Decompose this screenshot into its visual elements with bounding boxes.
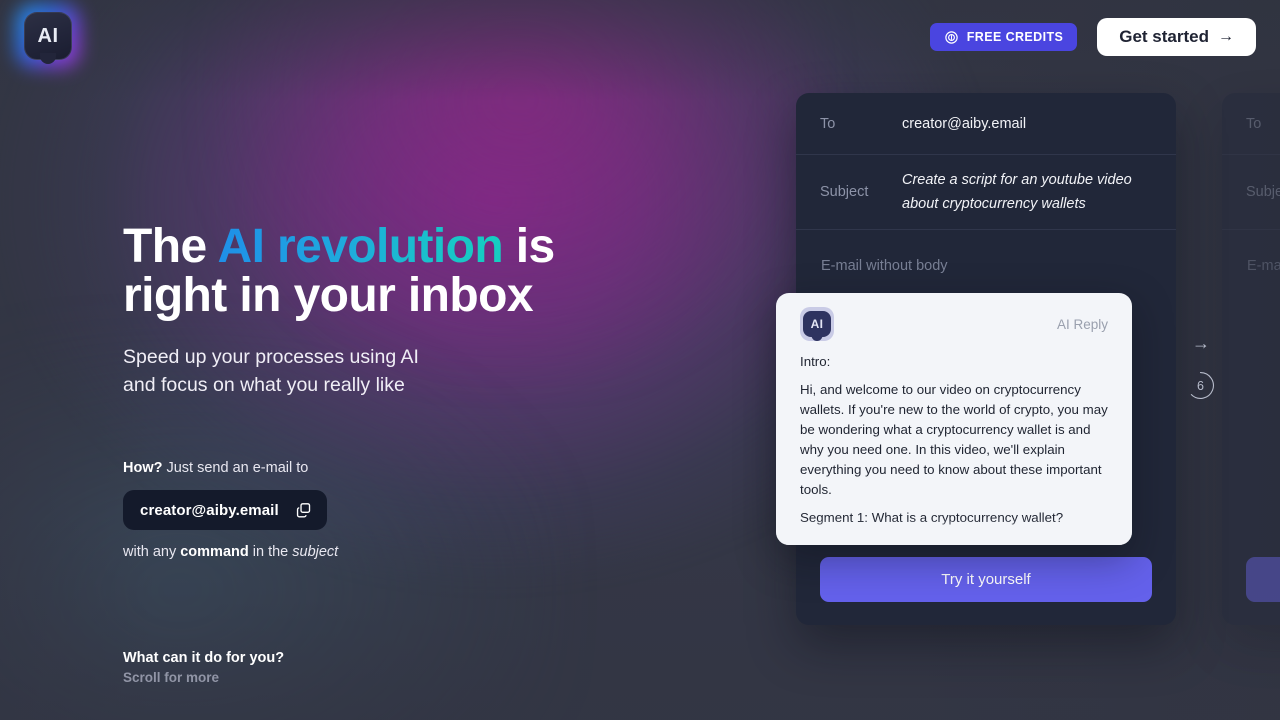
ai-avatar-label: AI <box>803 311 831 337</box>
ghost-body-row: E-mail without body <box>1222 230 1280 302</box>
email-body-placeholder: E-mail without body <box>821 258 948 274</box>
ghost-try-button[interactable] <box>1246 557 1280 602</box>
logo-tile: AI <box>24 12 72 60</box>
hero-subtitle-line-1: Speed up your processes using AI <box>123 346 419 368</box>
email-card-next-preview[interactable]: To Subject E-mail without body <box>1222 93 1280 625</box>
copy-icon[interactable] <box>295 501 312 519</box>
ai-reply-tag: AI Reply <box>1056 316 1108 332</box>
headline-line-2: right in your inbox <box>123 269 534 322</box>
howto-instruction-rest: Just send an e-mail to <box>162 460 309 476</box>
ai-reply-paragraph: Intro: <box>800 354 831 369</box>
email-to-value: creator@aiby.email <box>902 115 1027 132</box>
ghost-subject-row: Subject <box>1222 155 1280 230</box>
header-actions: FREE CREDITS Get started → <box>929 18 1256 56</box>
site-header: AI FREE CREDITS Get started → <box>0 0 1280 72</box>
email-subject-row[interactable]: Subject Create a script for an youtube v… <box>796 155 1176 230</box>
howto-subject-word: subject <box>292 544 339 560</box>
hero-subtitle-line-2: and focus on what you really like <box>123 374 405 396</box>
headline-accent: AI revolution <box>217 220 504 273</box>
ghost-to-label: To <box>1246 115 1262 132</box>
ghost-to-row: To <box>1222 93 1280 155</box>
scroll-hint[interactable]: What can it do for you? Scroll for more <box>123 650 284 685</box>
email-subject-value: Create a script for an youtube video abo… <box>902 172 1132 212</box>
scroll-hint-title: What can it do for you? <box>123 650 285 666</box>
hero-subtitle: Speed up your processes using AI and foc… <box>123 343 663 399</box>
headline-part-2: is <box>503 220 555 273</box>
ghost-subject-label: Subject <box>1246 184 1280 200</box>
howto-instruction: How? Just send an e-mail to <box>123 459 338 478</box>
howto-subject-note: with any command in the subject <box>123 543 338 562</box>
free-credits-badge[interactable]: FREE CREDITS <box>929 23 1078 51</box>
howto-section: How? Just send an e-mail to creator@aiby… <box>123 459 338 562</box>
page-title: The AI revolution is right in your inbox <box>123 222 663 320</box>
carousel-next-arrow-icon[interactable]: → <box>1188 333 1214 353</box>
carousel-progress-counter[interactable]: 6 <box>1186 371 1215 400</box>
hero-section: The AI revolution is right in your inbox… <box>123 222 663 399</box>
avatar: AI <box>800 307 834 341</box>
headline-part-1: The <box>123 220 218 273</box>
free-credits-label: FREE CREDITS <box>966 30 1064 44</box>
ghost-body-placeholder: E-mail without body <box>1247 258 1280 274</box>
howto-suffix-mid: in the <box>248 544 293 560</box>
email-body-row[interactable]: E-mail without body <box>796 230 1176 302</box>
ai-reply-body: Intro: Hi, and welcome to our video on c… <box>776 341 1132 545</box>
email-to-row[interactable]: To creator@aiby.email <box>796 93 1176 155</box>
ai-reply-header: AI AI Reply <box>776 293 1132 341</box>
ai-reply-paragraph: A cryptocurrency wallet is a digital sto… <box>800 536 1108 545</box>
scroll-hint-subtitle: Scroll for more <box>123 670 220 685</box>
try-it-yourself-button[interactable]: Try it yourself <box>820 557 1152 602</box>
coin-icon <box>944 30 959 45</box>
email-to-label: To <box>820 115 836 132</box>
howto-suffix-pre: with any <box>123 544 181 560</box>
email-subject-label: Subject <box>820 184 869 200</box>
ai-reply-paragraph: Hi, and welcome to our video on cryptocu… <box>800 382 1108 497</box>
ai-reply-paragraph: Segment 1: What is a cryptocurrency wall… <box>800 510 1064 525</box>
howto-question: How? <box>123 460 163 476</box>
get-started-label: Get started <box>1119 27 1209 46</box>
copy-email-chip[interactable]: creator@aiby.email <box>123 490 327 530</box>
email-address-text: creator@aiby.email <box>140 501 279 519</box>
logo[interactable]: AI <box>16 4 80 68</box>
howto-command-word: command <box>180 544 249 560</box>
carousel-counter-value: 6 <box>1197 378 1204 393</box>
ai-reply-card: AI AI Reply Intro: Hi, and welcome to ou… <box>776 293 1132 545</box>
arrow-right-icon: → <box>1218 28 1234 45</box>
get-started-button[interactable]: Get started → <box>1097 18 1256 56</box>
